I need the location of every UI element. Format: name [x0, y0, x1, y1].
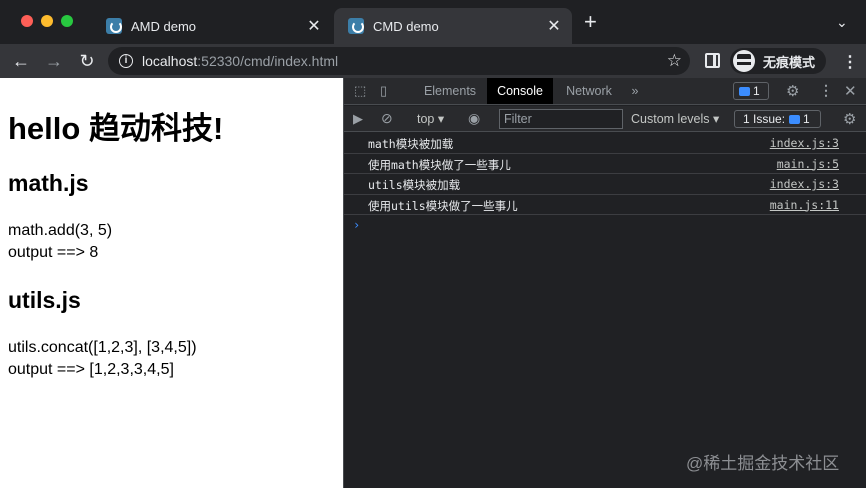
- issue-count: 1: [753, 84, 760, 98]
- console-log-row: 使用utils模块做了一些事儿 main.js:11: [344, 195, 866, 215]
- console-output: math模块被加载 index.js:3 使用math模块做了一些事儿 main…: [344, 133, 866, 215]
- context-selector[interactable]: top ▾: [417, 111, 444, 126]
- url-text: localhost:52330/cmd/index.html: [142, 53, 338, 69]
- reload-button[interactable]: ↻: [76, 50, 98, 72]
- log-source-link[interactable]: main.js:5: [777, 157, 839, 171]
- issues-label: 1 Issue:: [743, 112, 786, 126]
- console-toolbar: ▶ ⊘ top ▾ ◉ Filter Custom levels ▾ 1 Iss…: [344, 106, 866, 132]
- browser-menu-icon[interactable]: ⋮: [842, 52, 858, 72]
- back-button[interactable]: ←: [10, 50, 32, 72]
- console-log-row: 使用math模块做了一些事儿 main.js:5: [344, 154, 866, 174]
- inspect-element-icon[interactable]: ⬚: [354, 83, 366, 99]
- tab-console[interactable]: Console: [487, 78, 553, 104]
- watermark: @稀土掘金技术社区: [686, 454, 840, 473]
- incognito-label: 无痕模式: [763, 54, 816, 70]
- site-info-icon[interactable]: i: [119, 54, 133, 68]
- clear-console-icon[interactable]: ⊘: [381, 110, 393, 127]
- maximize-window-button[interactable]: [61, 15, 73, 27]
- section-title-utils: utils.js: [8, 287, 81, 313]
- site-favicon-icon: [106, 18, 122, 34]
- math-line-2: output ==> 8: [8, 244, 99, 261]
- settings-gear-icon[interactable]: ⚙: [786, 82, 799, 100]
- tab-strip: AMD demo ✕ CMD demo ✕ + ⌄: [0, 0, 866, 44]
- log-source-link[interactable]: index.js:3: [770, 136, 839, 150]
- new-tab-button[interactable]: +: [584, 11, 597, 33]
- log-message: 使用utils模块做了一些事儿: [368, 198, 518, 213]
- page-heading: hello 趋动科技!: [8, 111, 224, 146]
- tab-elements[interactable]: Elements: [414, 78, 486, 104]
- utils-line-2: output ==> [1,2,3,3,4,5]: [8, 361, 174, 378]
- tab-amd-demo[interactable]: AMD demo ✕: [92, 8, 332, 44]
- log-message: math模块被加载: [368, 137, 454, 151]
- incognito-profile-button[interactable]: 无痕模式: [730, 48, 826, 74]
- minimize-window-button[interactable]: [41, 15, 53, 27]
- log-message: utils模块被加载: [368, 178, 461, 192]
- issues-badge[interactable]: 1: [733, 82, 769, 100]
- message-icon: [789, 115, 801, 125]
- math-line-1: math.add(3, 5): [8, 222, 113, 239]
- device-toolbar-icon[interactable]: ▯: [380, 83, 387, 99]
- live-expression-eye-icon[interactable]: ◉: [468, 110, 480, 127]
- utils-line-1: utils.concat([1,2,3], [3,4,5]): [8, 339, 197, 356]
- tab-close-icon[interactable]: ✕: [304, 16, 324, 36]
- address-bar[interactable]: i localhost:52330/cmd/index.html ☆: [108, 47, 690, 75]
- console-settings-gear-icon[interactable]: ⚙: [843, 110, 856, 128]
- more-tabs-icon[interactable]: »: [627, 78, 643, 104]
- close-window-button[interactable]: [21, 15, 33, 27]
- url-host: localhost: [142, 53, 198, 69]
- console-log-row: utils模块被加载 index.js:3: [344, 174, 866, 195]
- tab-search-chevron-icon[interactable]: ⌄: [836, 14, 848, 31]
- site-favicon-icon: [348, 18, 364, 34]
- log-message: 使用math模块做了一些事儿: [368, 157, 511, 172]
- browser-toolbar: ← → ↻ i localhost:52330/cmd/index.html ☆…: [0, 44, 866, 78]
- tab-network[interactable]: Network: [554, 78, 624, 104]
- console-prompt-icon[interactable]: ›: [353, 218, 360, 232]
- issues-count: 1: [803, 112, 810, 126]
- tab-cmd-demo[interactable]: CMD demo ✕: [334, 8, 572, 44]
- forward-button[interactable]: →: [43, 50, 65, 72]
- tab-title: CMD demo: [373, 18, 439, 34]
- bookmark-star-icon[interactable]: ☆: [667, 51, 682, 71]
- devtools-panel: ⬚ ▯ Elements Console Network » 1 ⚙ ⋮ ✕ ▶…: [343, 78, 866, 488]
- web-page-content: hello 趋动科技! math.js math.add(3, 5) outpu…: [0, 78, 343, 488]
- log-levels-dropdown[interactable]: Custom levels ▾: [631, 111, 719, 126]
- tab-close-icon[interactable]: ✕: [544, 16, 564, 36]
- section-title-math: math.js: [8, 170, 89, 196]
- console-filter-input[interactable]: Filter: [499, 109, 623, 129]
- message-icon: [739, 87, 750, 97]
- log-source-link[interactable]: index.js:3: [770, 177, 839, 191]
- tab-title: AMD demo: [131, 18, 197, 34]
- url-path: :52330/cmd/index.html: [197, 53, 339, 69]
- incognito-icon: [733, 50, 755, 72]
- sidebar-toggle-icon[interactable]: ▶: [353, 111, 363, 127]
- devtools-menu-icon[interactable]: ⋮: [819, 82, 833, 99]
- context-label: top: [417, 112, 435, 126]
- side-panel-icon[interactable]: [705, 53, 720, 68]
- close-devtools-icon[interactable]: ✕: [844, 82, 857, 100]
- console-log-row: math模块被加载 index.js:3: [344, 133, 866, 154]
- log-source-link[interactable]: main.js:11: [770, 198, 839, 212]
- issues-button[interactable]: 1 Issue: 1: [734, 110, 821, 128]
- devtools-tabbar: ⬚ ▯ Elements Console Network » 1 ⚙ ⋮ ✕: [344, 78, 866, 105]
